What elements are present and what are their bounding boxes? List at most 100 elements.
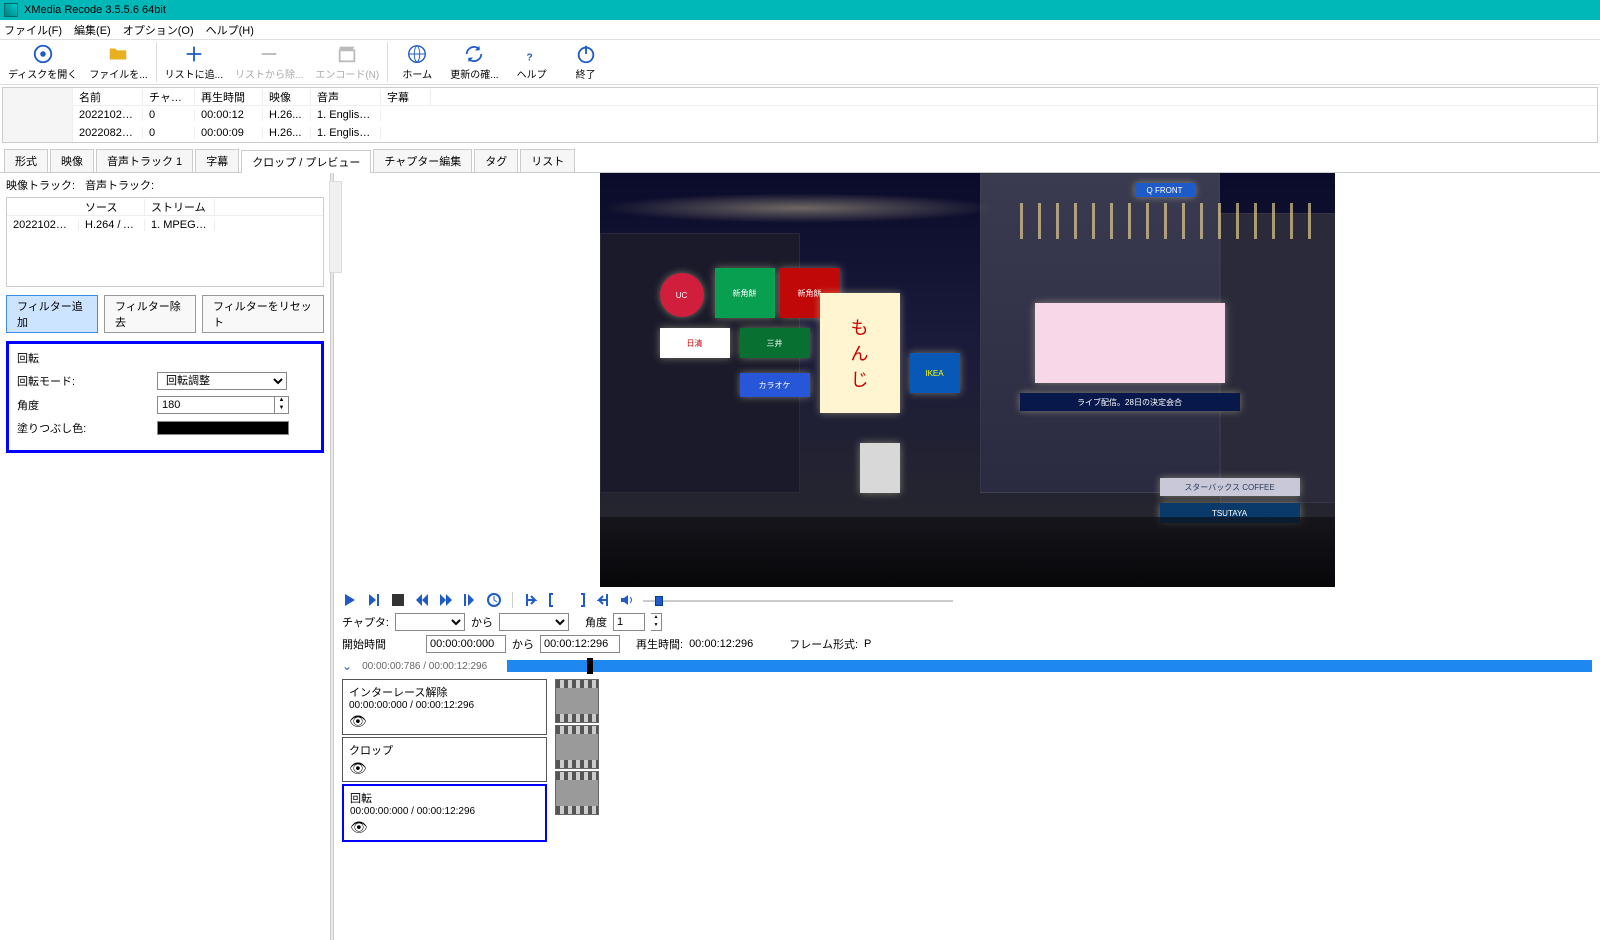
play-duration-value: 00:00:12:296 xyxy=(689,638,753,650)
fill-color-swatch[interactable] xyxy=(157,421,289,435)
home-button[interactable]: ホーム xyxy=(390,41,444,84)
filter-reset-button[interactable]: フィルターをリセット xyxy=(202,295,324,333)
angle-spinner[interactable]: ▲▼ xyxy=(275,396,289,414)
open-disc-button[interactable]: ディスクを開く xyxy=(2,41,83,84)
play-button[interactable] xyxy=(342,592,358,608)
play-duration-label: 再生時間: xyxy=(636,636,683,652)
eye-icon[interactable]: 👁 xyxy=(350,819,368,836)
menu-edit[interactable]: 編集(E) xyxy=(74,22,111,38)
end-time-input[interactable] xyxy=(540,635,620,653)
fast-forward-button[interactable] xyxy=(438,592,454,608)
add-list-label: リストに追... xyxy=(165,66,223,81)
add-to-list-button[interactable]: リストに追... xyxy=(159,41,229,84)
col-subtitle[interactable]: 字幕 xyxy=(381,89,431,105)
timeline-marker[interactable] xyxy=(587,658,593,674)
filter-add-button[interactable]: フィルター追加 xyxy=(6,295,98,333)
from2-label: から xyxy=(512,636,534,652)
effect-name: 回転 xyxy=(350,790,539,806)
tab-subtitle[interactable]: 字幕 xyxy=(195,149,239,172)
cell-chapter: 0 xyxy=(143,109,195,121)
tab-list[interactable]: リスト xyxy=(520,149,575,172)
film-thumbnail[interactable] xyxy=(555,725,599,769)
track-col-source[interactable]: ソース xyxy=(79,199,145,215)
vertical-scrollbar[interactable] xyxy=(329,181,342,273)
volume-button[interactable] xyxy=(619,592,635,608)
tabs: 形式 映像 音声トラック 1 字幕 クロップ / プレビュー チャプター編集 タ… xyxy=(0,149,1600,173)
stop-button[interactable] xyxy=(390,592,406,608)
seek-slider[interactable] xyxy=(643,593,953,609)
toolbar-separator xyxy=(156,42,157,82)
col-audio[interactable]: 音声 xyxy=(311,89,381,105)
effect-item-rotate[interactable]: 回転 00:00:00:000 / 00:00:12:296 👁 xyxy=(342,784,547,842)
tab-audio-track-1[interactable]: 音声トラック 1 xyxy=(96,149,193,172)
globe-icon xyxy=(406,43,428,65)
col-chapter[interactable]: チャプター xyxy=(143,89,195,105)
clapper-icon xyxy=(336,43,358,65)
bracket-open-button[interactable] xyxy=(547,592,563,608)
right-panel: UC 新角餅 新角餅 日清 三井 もんじ IKEA カラオケ ライブ配信。28日… xyxy=(334,173,1600,940)
tab-video[interactable]: 映像 xyxy=(50,149,94,172)
menu-help[interactable]: ヘルプ(H) xyxy=(206,22,254,38)
control-separator xyxy=(512,592,513,608)
track-col-stream[interactable]: ストリーム xyxy=(145,199,215,215)
mark-out-button[interactable] xyxy=(595,592,611,608)
tab-chapter-edit[interactable]: チャプター編集 xyxy=(373,149,472,172)
eye-icon[interactable]: 👁 xyxy=(349,760,367,777)
file-row[interactable]: 20221021_... 0 00:00:12 H.26... 1. Engli… xyxy=(73,106,1597,124)
update-button[interactable]: 更新の確... xyxy=(444,41,504,84)
eye-icon[interactable]: 👁 xyxy=(349,713,367,730)
playback-controls: チャプタ: から 角度 ▲▼ 開始時間 から 再生時間: 00:00:12:29… xyxy=(334,587,1600,848)
effect-item-crop[interactable]: クロップ 👁 xyxy=(342,737,547,782)
open-file-button[interactable]: ファイルを... xyxy=(83,41,153,84)
rotate-angle-input[interactable] xyxy=(157,396,275,414)
fill-color-label: 塗りつぶし色: xyxy=(17,420,157,436)
jump-button[interactable] xyxy=(486,592,502,608)
exit-button[interactable]: 終了 xyxy=(559,41,613,84)
titlebar: XMedia Recode 3.5.5.6 64bit xyxy=(0,0,1600,20)
encode-button[interactable]: エンコード(N) xyxy=(309,41,385,84)
toolbar-separator xyxy=(387,42,388,82)
film-thumbnail[interactable] xyxy=(555,771,599,815)
start-time-input[interactable] xyxy=(426,635,506,653)
spin-up-icon[interactable]: ▲ xyxy=(275,397,288,405)
open-disc-label: ディスクを開く xyxy=(8,66,77,81)
bracket-close-button[interactable] xyxy=(571,592,587,608)
col-video[interactable]: 映像 xyxy=(263,89,311,105)
tab-tag[interactable]: タグ xyxy=(474,149,518,172)
rotate-mode-select[interactable]: 回転調整 xyxy=(157,372,287,390)
help-button[interactable]: ? ヘルプ xyxy=(505,41,559,84)
filter-remove-button[interactable]: フィルター除去 xyxy=(104,295,196,333)
folder-icon xyxy=(107,43,129,65)
step-forward-button[interactable] xyxy=(462,592,478,608)
control-angle-spinner[interactable]: ▲▼ xyxy=(651,613,662,631)
file-row[interactable]: 20220821_... 0 00:00:09 H.26... 1. Engli… xyxy=(73,124,1597,142)
track-row[interactable]: 20221021_2... H.264 / AV... 1. MPEG-4 ..… xyxy=(7,216,323,234)
mark-in-button[interactable] xyxy=(523,592,539,608)
spin-down-icon[interactable]: ▼ xyxy=(275,405,288,413)
next-button[interactable] xyxy=(366,592,382,608)
menu-file[interactable]: ファイル(F) xyxy=(4,22,62,38)
rewind-button[interactable] xyxy=(414,592,430,608)
remove-from-list-button[interactable]: リストから除... xyxy=(229,41,309,84)
tab-format[interactable]: 形式 xyxy=(4,149,48,172)
track-table: ソース ストリーム 20221021_2... H.264 / AV... 1.… xyxy=(6,197,324,287)
col-duration[interactable]: 再生時間 xyxy=(195,89,263,105)
cell-chapter: 0 xyxy=(143,127,195,139)
effect-item-deinterlace[interactable]: インターレース解除 00:00:00:000 / 00:00:12:296 👁 xyxy=(342,679,547,735)
chapter-to-select[interactable] xyxy=(499,613,569,631)
preview-image: UC 新角餅 新角餅 日清 三井 もんじ IKEA カラオケ ライブ配信。28日… xyxy=(600,173,1335,587)
timeline-bar[interactable] xyxy=(507,660,1592,672)
menu-options[interactable]: オプション(O) xyxy=(123,22,194,38)
timeline-collapse-icon[interactable]: ⌄ xyxy=(342,659,352,673)
tab-crop-preview[interactable]: クロップ / プレビュー xyxy=(241,150,371,173)
toolbar: ディスクを開く ファイルを... リストに追... リストから除... エンコー… xyxy=(0,40,1600,85)
film-thumbnail[interactable] xyxy=(555,679,599,723)
effect-name: クロップ xyxy=(349,742,540,758)
app-icon xyxy=(4,3,18,17)
track-file: 20221021_2... xyxy=(7,219,79,231)
cell-name: 20221021_... xyxy=(73,109,143,121)
disc-icon xyxy=(32,43,54,65)
control-angle-input[interactable] xyxy=(613,613,645,631)
chapter-from-select[interactable] xyxy=(395,613,465,631)
col-name[interactable]: 名前 xyxy=(73,89,143,105)
